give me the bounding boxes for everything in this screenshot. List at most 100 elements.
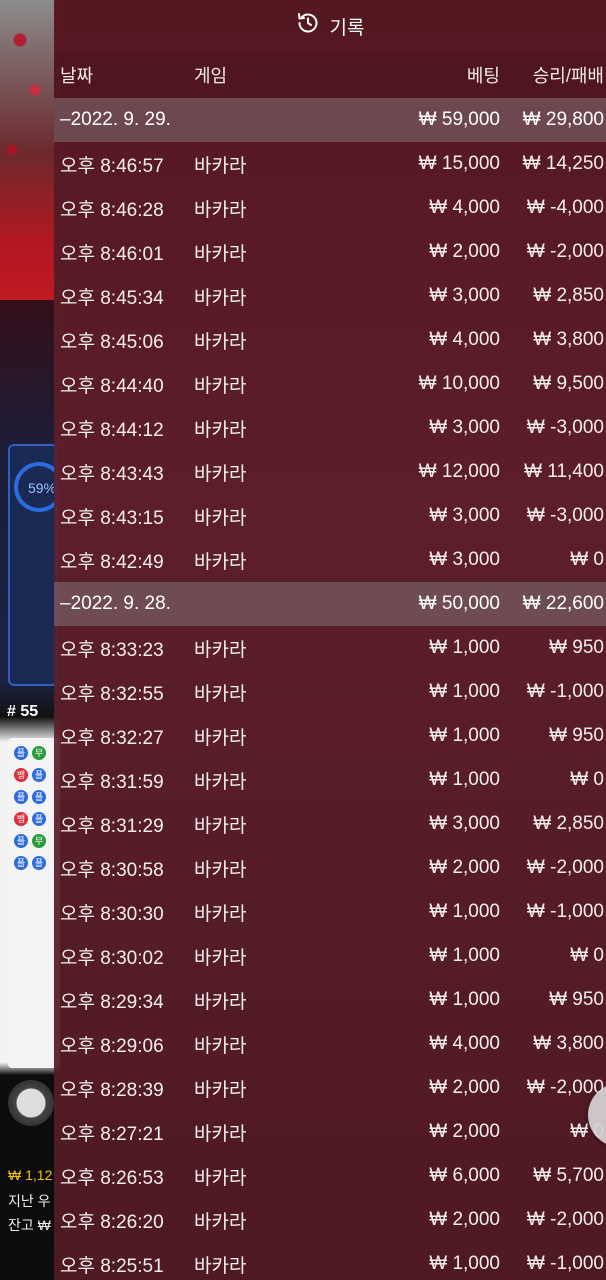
history-row[interactable]: 오후 8:25:51 바카라 ₩ 1,000 ₩ -1,000 <box>54 1242 606 1280</box>
row-game: 바카라 <box>194 419 247 441</box>
balance-amount: ₩ 1,12 <box>8 1167 53 1183</box>
row-bet: ₩ 10,000 <box>418 373 500 394</box>
bead: 플 <box>32 856 46 870</box>
row-game: 바카라 <box>194 683 247 705</box>
row-win-loss: ₩ 9,500 <box>533 373 604 394</box>
history-row[interactable]: 오후 8:44:40 바카라 ₩ 10,000 ₩ 9,500 <box>54 362 606 406</box>
row-bet: ₩ 3,000 <box>429 813 500 834</box>
history-row[interactable]: 오후 8:30:30 바카라 ₩ 1,000 ₩ -1,000 <box>54 890 606 934</box>
row-time: 오후 8:46:01 <box>60 243 164 265</box>
row-bet: ₩ 3,000 <box>429 285 500 306</box>
bead: 무 <box>32 834 46 848</box>
row-game: 바카라 <box>194 287 247 309</box>
row-win-loss: ₩ -1,000 <box>526 901 604 922</box>
history-row[interactable]: 오후 8:44:12 바카라 ₩ 3,000 ₩ -3,000 <box>54 406 606 450</box>
row-bet: ₩ 3,000 <box>429 417 500 438</box>
bead: 플 <box>32 768 46 782</box>
date-group-row[interactable]: –2022. 9. 29. ₩ 59,000 ₩ 29,800 <box>54 98 606 142</box>
row-win-loss: ₩ -2,000 <box>526 1209 604 1230</box>
row-bet: ₩ 1,000 <box>429 681 500 702</box>
panel-header: 기록 <box>54 0 606 52</box>
group-total-bet: ₩ 59,000 <box>418 109 500 130</box>
history-row[interactable]: 오후 8:30:58 바카라 ₩ 2,000 ₩ -2,000 <box>54 846 606 890</box>
history-row[interactable]: 오후 8:46:57 바카라 ₩ 15,000 ₩ 14,250 <box>54 142 606 186</box>
history-row[interactable]: 오후 8:31:59 바카라 ₩ 1,000 ₩ 0 <box>54 758 606 802</box>
row-time: 오후 8:30:30 <box>60 903 164 925</box>
history-row[interactable]: 오후 8:46:28 바카라 ₩ 4,000 ₩ -4,000 <box>54 186 606 230</box>
row-win-loss: ₩ -2,000 <box>526 241 604 262</box>
history-row[interactable]: 오후 8:28:39 바카라 ₩ 2,000 ₩ -2,000 <box>54 1066 606 1110</box>
history-row[interactable]: 오후 8:30:02 바카라 ₩ 1,000 ₩ 0 <box>54 934 606 978</box>
row-time: 오후 8:42:49 <box>60 551 164 573</box>
column-date: 날짜 <box>60 66 94 86</box>
row-win-loss: ₩ 0 <box>570 945 604 966</box>
row-time: 오후 8:31:29 <box>60 815 164 837</box>
column-header: 날짜 게임 베팅 승리/패배 <box>54 52 606 98</box>
history-row[interactable]: 오후 8:26:20 바카라 ₩ 2,000 ₩ -2,000 <box>54 1198 606 1242</box>
history-row[interactable]: 오후 8:27:21 바카라 ₩ 2,000 ₩ 0 <box>54 1110 606 1154</box>
round-number: # 55 <box>7 703 39 720</box>
history-row[interactable]: 오후 8:31:29 바카라 ₩ 3,000 ₩ 2,850 <box>54 802 606 846</box>
date-group-row[interactable]: –2022. 9. 28. ₩ 50,000 ₩ 22,600 <box>54 582 606 626</box>
row-bet: ₩ 3,000 <box>429 505 500 526</box>
bead: 뱅 <box>14 768 28 782</box>
bead: 플 <box>14 834 28 848</box>
history-row[interactable]: 오후 8:45:06 바카라 ₩ 4,000 ₩ 3,800 <box>54 318 606 362</box>
row-game: 바카라 <box>194 1211 247 1233</box>
history-row[interactable]: 오후 8:43:43 바카라 ₩ 12,000 ₩ 11,400 <box>54 450 606 494</box>
row-win-loss: ₩ 950 <box>549 989 604 1010</box>
row-bet: ₩ 6,000 <box>429 1165 500 1186</box>
bet-percent-label: 59% <box>28 480 57 496</box>
row-time: 오후 8:26:53 <box>60 1167 164 1189</box>
row-bet: ₩ 12,000 <box>418 461 500 482</box>
bead: 무 <box>32 746 46 760</box>
row-win-loss: ₩ 14,250 <box>522 153 604 174</box>
row-bet: ₩ 1,000 <box>429 769 500 790</box>
chip-icon[interactable] <box>8 1080 54 1126</box>
row-time: 오후 8:32:55 <box>60 683 164 705</box>
history-row[interactable]: 오후 8:33:23 바카라 ₩ 1,000 ₩ 950 <box>54 626 606 670</box>
row-time: 오후 8:26:20 <box>60 1211 164 1233</box>
bead-road-scoreboard: 플무뱅플플플뱅플플무플플 <box>8 738 58 1068</box>
history-row[interactable]: 오후 8:43:15 바카라 ₩ 3,000 ₩ -3,000 <box>54 494 606 538</box>
row-time: 오후 8:46:28 <box>60 199 164 221</box>
row-bet: ₩ 1,000 <box>429 637 500 658</box>
history-row[interactable]: 오후 8:32:27 바카라 ₩ 1,000 ₩ 950 <box>54 714 606 758</box>
row-game: 바카라 <box>194 199 247 221</box>
history-row[interactable]: 오후 8:26:53 바카라 ₩ 6,000 ₩ 5,700 <box>54 1154 606 1198</box>
row-game: 바카라 <box>194 1079 247 1101</box>
row-bet: ₩ 2,000 <box>429 857 500 878</box>
history-row[interactable]: 오후 8:32:55 바카라 ₩ 1,000 ₩ -1,000 <box>54 670 606 714</box>
row-bet: ₩ 2,000 <box>429 241 500 262</box>
balance-label: 잔고 ₩ <box>8 1217 51 1233</box>
row-time: 오후 8:29:34 <box>60 991 164 1013</box>
history-list[interactable]: –2022. 9. 29. ₩ 59,000 ₩ 29,800 오후 8:46:57 바… <box>54 98 606 1280</box>
history-clock-icon <box>296 11 320 41</box>
history-row[interactable]: 오후 8:29:34 바카라 ₩ 1,000 ₩ 950 <box>54 978 606 1022</box>
bead: 플 <box>14 746 28 760</box>
row-game: 바카라 <box>194 991 247 1013</box>
game-scene-art <box>0 0 54 300</box>
bead: 플 <box>14 856 28 870</box>
row-win-loss: ₩ 5,700 <box>533 1165 604 1186</box>
panel-title: 기록 <box>329 17 365 39</box>
row-win-loss: ₩ 950 <box>549 637 604 658</box>
row-game: 바카라 <box>194 639 247 661</box>
history-row[interactable]: 오후 8:45:34 바카라 ₩ 3,000 ₩ 2,850 <box>54 274 606 318</box>
row-win-loss: ₩ 2,850 <box>533 285 604 306</box>
row-bet: ₩ 2,000 <box>429 1209 500 1230</box>
row-bet: ₩ 3,000 <box>429 549 500 570</box>
row-win-loss: ₩ 0 <box>570 549 604 570</box>
row-game: 바카라 <box>194 463 247 485</box>
row-game: 바카라 <box>194 375 247 397</box>
row-time: 오후 8:44:12 <box>60 419 164 441</box>
row-win-loss: ₩ -1,000 <box>526 681 604 702</box>
row-time: 오후 8:28:39 <box>60 1079 164 1101</box>
row-bet: ₩ 4,000 <box>429 197 500 218</box>
history-row[interactable]: 오후 8:42:49 바카라 ₩ 3,000 ₩ 0 <box>54 538 606 582</box>
history-row[interactable]: 오후 8:29:06 바카라 ₩ 4,000 ₩ 3,800 <box>54 1022 606 1066</box>
row-game: 바카라 <box>194 1035 247 1057</box>
row-time: 오후 8:45:34 <box>60 287 164 309</box>
column-win-loss: 승리/패배 <box>532 66 604 86</box>
history-row[interactable]: 오후 8:46:01 바카라 ₩ 2,000 ₩ -2,000 <box>54 230 606 274</box>
